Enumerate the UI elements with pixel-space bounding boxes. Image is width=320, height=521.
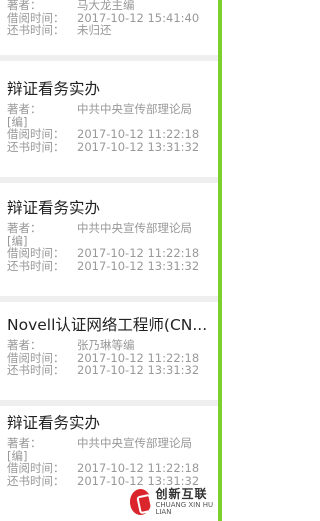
author-value: 中共中央宣传部理论局: [77, 103, 192, 116]
return-time-label: 还书时间：: [7, 23, 65, 37]
return-time-label: 还书时间：: [7, 258, 65, 273]
book-title: Novell认证网络工程师(CN...: [7, 316, 208, 334]
borrow-time-row: 借阅时间： 2017-10-12 11:22:18: [7, 462, 218, 475]
borrow-record[interactable]: 辩证看务实办 著者： 中共中央宣传部理论局 [编] 借阅时间： 2017-10-…: [0, 80, 218, 153]
borrow-record[interactable]: 著者： 马大龙主编 借阅时间： 2017-10-12 15:41:40 还书时间…: [0, 0, 218, 37]
author-label: 著者：: [7, 0, 42, 12]
borrow-history-page: 著者： 马大龙主编 借阅时间： 2017-10-12 15:41:40 还书时间…: [0, 0, 222, 521]
watermark-logo: 创新互联 CHUANG XIN HU LIAN: [130, 485, 218, 519]
borrow-time-row: 借阅时间： 2017-10-12 11:22:18: [7, 247, 218, 260]
author-label: 著者：: [7, 436, 42, 450]
book-title: 辩证看务实办: [7, 199, 101, 217]
borrow-record[interactable]: Novell认证网络工程师(CN... 著者： 张乃琳等编 借阅时间： 2017…: [0, 316, 218, 377]
watermark-text: 创新互联 CHUANG XIN HU LIAN: [155, 488, 218, 516]
record-divider: [0, 177, 218, 183]
borrow-time-value: 2017-10-12 11:22:18: [77, 247, 200, 260]
record-divider: [0, 400, 218, 406]
author-label: 著者：: [7, 221, 42, 235]
return-time-row: 还书时间： 未归还: [7, 24, 218, 37]
return-time-row: 还书时间： 2017-10-12 13:31:32: [7, 364, 218, 377]
record-divider: [0, 296, 218, 302]
author-row: 著者： 马大龙主编: [7, 0, 218, 12]
borrow-time-value: 2017-10-12 15:41:40: [77, 11, 200, 24]
borrow-time-label: 借阅时间：: [7, 127, 65, 141]
author-row: 著者： 中共中央宣传部理论局: [7, 437, 218, 450]
borrow-time-value: 2017-10-12 11:22:18: [77, 351, 200, 364]
author-label: 著者：: [7, 338, 42, 352]
return-time-value: 2017-10-12 13:31:32: [77, 259, 200, 272]
return-time-value: 未归还: [77, 24, 112, 37]
borrow-time-row: 借阅时间： 2017-10-12 11:22:18: [7, 128, 218, 141]
borrow-time-value: 2017-10-12 11:22:18: [77, 128, 200, 141]
author-row: 著者： 张乃琳等编: [7, 339, 218, 352]
watermark-en: CHUANG XIN HU LIAN: [155, 501, 214, 516]
borrow-time-label: 借阅时间：: [7, 461, 65, 475]
return-time-value: 2017-10-12 13:31:32: [77, 140, 200, 153]
record-divider: [0, 55, 218, 61]
borrow-time-value: 2017-10-12 11:22:18: [77, 462, 200, 475]
author-value: 中共中央宣传部理论局: [77, 222, 192, 235]
brand-logo-icon: [130, 489, 152, 515]
author-row: 著者： 中共中央宣传部理论局: [7, 222, 218, 235]
author-label: 著者：: [7, 102, 42, 116]
author-value: 马大龙主编: [77, 0, 135, 12]
author-value: 中共中央宣传部理论局: [77, 437, 192, 450]
return-time-value: 2017-10-12 13:31:32: [77, 364, 200, 377]
author-row: 著者： 中共中央宣传部理论局: [7, 103, 218, 116]
borrow-record[interactable]: 辩证看务实办 著者： 中共中央宣传部理论局 [编] 借阅时间： 2017-10-…: [0, 414, 218, 487]
borrow-time-label: 借阅时间：: [7, 246, 65, 260]
return-time-row: 还书时间： 2017-10-12 13:31:32: [7, 258, 218, 273]
watermark-cn: 创新互联: [155, 487, 208, 501]
book-title: 辩证看务实办: [7, 414, 101, 432]
scroll-accent-bar: [218, 0, 222, 521]
return-time-label: 还书时间：: [7, 139, 65, 154]
return-time-label: 还书时间：: [7, 473, 65, 488]
author-value: 张乃琳等编: [77, 339, 135, 352]
return-time-row: 还书时间： 2017-10-12 13:31:32: [7, 139, 218, 154]
book-title: 辩证看务实办: [7, 80, 101, 98]
return-time-label: 还书时间：: [7, 363, 65, 377]
borrow-record[interactable]: 辩证看务实办 著者： 中共中央宣传部理论局 [编] 借阅时间： 2017-10-…: [0, 199, 218, 272]
